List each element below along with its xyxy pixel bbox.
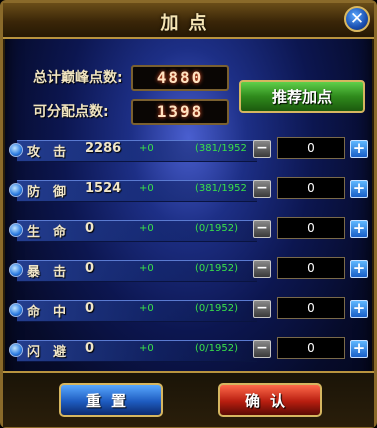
stat-name: 生命 [27, 225, 80, 240]
stat-ratio: (0/1952) [195, 223, 238, 234]
confirm-button[interactable]: 确认 [218, 383, 322, 417]
plus-icon: + [352, 139, 366, 157]
points-input[interactable]: 0 [277, 137, 345, 159]
points-input[interactable]: 0 [277, 177, 345, 199]
stat-ratio: (0/1952) [195, 263, 238, 274]
window-title: 加点 [160, 13, 217, 34]
plus-icon: + [352, 339, 366, 357]
available-points-label: 可分配点数: [33, 104, 109, 120]
stat-row: 命中 0 +0 (0/1952) −0 + [9, 296, 374, 324]
stat-name: 防御 [27, 185, 80, 200]
increase-button[interactable]: + [350, 260, 368, 278]
stat-bonus: +0 [139, 183, 154, 194]
add-points-window: 加点 ✕ 总计巅峰点数: 4880 可分配点数: 1398 推荐加点 攻击 228… [0, 0, 377, 428]
reset-button[interactable]: 重置 [59, 383, 163, 417]
stat-gem-icon [9, 183, 23, 197]
increase-button[interactable]: + [350, 180, 368, 198]
stat-gem-icon [9, 143, 23, 157]
stat-bonus: +0 [139, 223, 154, 234]
stat-bonus: +0 [139, 303, 154, 314]
stat-name: 攻击 [27, 145, 80, 160]
increase-button[interactable]: + [350, 300, 368, 318]
points-input[interactable]: 0 [277, 257, 345, 279]
available-points-value: 1398 [131, 99, 229, 125]
minus-icon: − [256, 300, 268, 316]
stat-value: 0 [85, 301, 95, 316]
plus-icon: + [352, 259, 366, 277]
decrease-button[interactable]: − [253, 180, 271, 198]
close-icon: ✕ [349, 9, 365, 29]
stat-name: 命中 [27, 305, 80, 320]
total-points-value: 4880 [131, 65, 229, 91]
total-points-label: 总计巅峰点数: [33, 70, 123, 86]
stat-row: 暴击 0 +0 (0/1952) −0 + [9, 256, 374, 284]
stat-row: 闪避 0 +0 (0/1952) −0 + [9, 336, 374, 364]
stat-value: 0 [85, 261, 95, 276]
decrease-button[interactable]: − [253, 220, 271, 238]
stat-name: 暴击 [27, 265, 80, 280]
recommend-button[interactable]: 推荐加点 [239, 80, 365, 113]
decrease-button[interactable]: − [253, 260, 271, 278]
stat-gem-icon [9, 263, 23, 277]
stat-row: 攻击 2286 +0 (381/1952−0 + [9, 136, 374, 164]
minus-icon: − [256, 140, 268, 156]
stat-ratio: (0/1952) [195, 343, 238, 354]
plus-icon: + [352, 299, 366, 317]
decrease-button[interactable]: − [253, 300, 271, 318]
stat-value: 0 [85, 341, 95, 356]
stat-row: 防御 1524 +0 (381/1952−0 + [9, 176, 374, 204]
close-button[interactable]: ✕ [344, 6, 370, 32]
stat-bonus: +0 [139, 143, 154, 154]
stat-ratio: (0/1952) [195, 303, 238, 314]
plus-icon: + [352, 219, 366, 237]
stat-gem-icon [9, 343, 23, 357]
increase-button[interactable]: + [350, 140, 368, 158]
stat-bonus: +0 [139, 263, 154, 274]
plus-icon: + [352, 179, 366, 197]
minus-icon: − [256, 340, 268, 356]
stat-gem-icon [9, 303, 23, 317]
stat-ratio: (381/1952 [195, 183, 247, 194]
increase-button[interactable]: + [350, 340, 368, 358]
decrease-button[interactable]: − [253, 140, 271, 158]
stat-value: 2286 [85, 141, 122, 156]
stat-bonus: +0 [139, 343, 154, 354]
minus-icon: − [256, 180, 268, 196]
stat-value: 1524 [85, 181, 122, 196]
minus-icon: − [256, 260, 268, 276]
points-input[interactable]: 0 [277, 297, 345, 319]
title-bar: 加点 ✕ [3, 3, 374, 39]
stat-name: 闪避 [27, 345, 80, 360]
minus-icon: − [256, 220, 268, 236]
stat-value: 0 [85, 221, 95, 236]
decrease-button[interactable]: − [253, 340, 271, 358]
increase-button[interactable]: + [350, 220, 368, 238]
stat-gem-icon [9, 223, 23, 237]
stat-row: 生命 0 +0 (0/1952) −0 + [9, 216, 374, 244]
stat-ratio: (381/1952 [195, 143, 247, 154]
points-input[interactable]: 0 [277, 337, 345, 359]
points-input[interactable]: 0 [277, 217, 345, 239]
